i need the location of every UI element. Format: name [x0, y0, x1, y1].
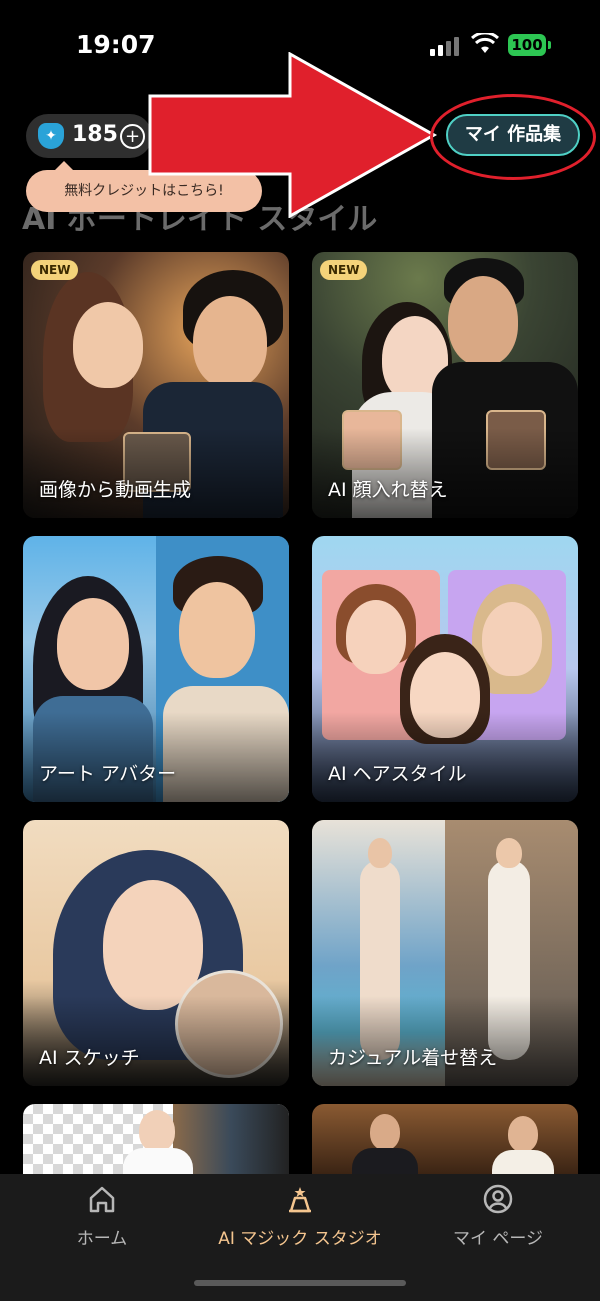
tab-label: マイ ページ [452, 1229, 544, 1249]
card-label: アート アバター [39, 763, 177, 785]
new-badge: NEW [320, 260, 368, 280]
credits-pill[interactable]: ✦ 185 + [26, 114, 152, 158]
card-label: AI 顔入れ替え [328, 479, 448, 501]
user-profile-icon [483, 1184, 513, 1214]
tab-label: ホーム [76, 1229, 128, 1249]
tab-home[interactable]: ホーム [2, 1174, 202, 1264]
card-face-swap[interactable]: NEW AI 顔入れ替え [312, 252, 578, 518]
card-label: カジュアル着せ替え [328, 1047, 498, 1069]
magic-hat-icon [289, 1187, 311, 1213]
status-time: 19:07 [76, 30, 156, 59]
credit-count: 185 [72, 122, 118, 147]
card-art-avatar[interactable]: アート アバター [23, 536, 289, 802]
card-label: AI スケッチ [39, 1047, 140, 1069]
card-ai-sketch[interactable]: AI スケッチ [23, 820, 289, 1086]
my-works-button[interactable]: マイ 作品集 [446, 114, 580, 156]
home-icon [89, 1186, 115, 1213]
home-indicator [194, 1280, 406, 1286]
tab-label: AI マジック スタジオ [218, 1229, 382, 1249]
card-image-to-video[interactable]: NEW 画像から動画生成 [23, 252, 289, 518]
card-label: 画像から動画生成 [39, 479, 192, 501]
tab-ai-magic-studio[interactable]: AI マジック スタジオ [200, 1174, 400, 1264]
tab-my-page[interactable]: マイ ページ [398, 1174, 598, 1264]
card-partial-suit[interactable] [312, 1104, 578, 1174]
card-partial-background-remove[interactable] [23, 1104, 289, 1174]
card-label: AI ヘアスタイル [328, 763, 467, 785]
card-casual-outfit[interactable]: カジュアル着せ替え [312, 820, 578, 1086]
red-arrow-annotation [148, 52, 438, 218]
credit-gem-icon: ✦ [38, 123, 64, 149]
add-credits-icon[interactable]: + [120, 124, 145, 149]
battery-indicator: 100 [508, 34, 546, 56]
card-ai-hairstyle[interactable]: AI ヘアスタイル [312, 536, 578, 802]
wifi-icon [471, 33, 499, 53]
new-badge: NEW [31, 260, 79, 280]
battery-tip [548, 41, 551, 49]
